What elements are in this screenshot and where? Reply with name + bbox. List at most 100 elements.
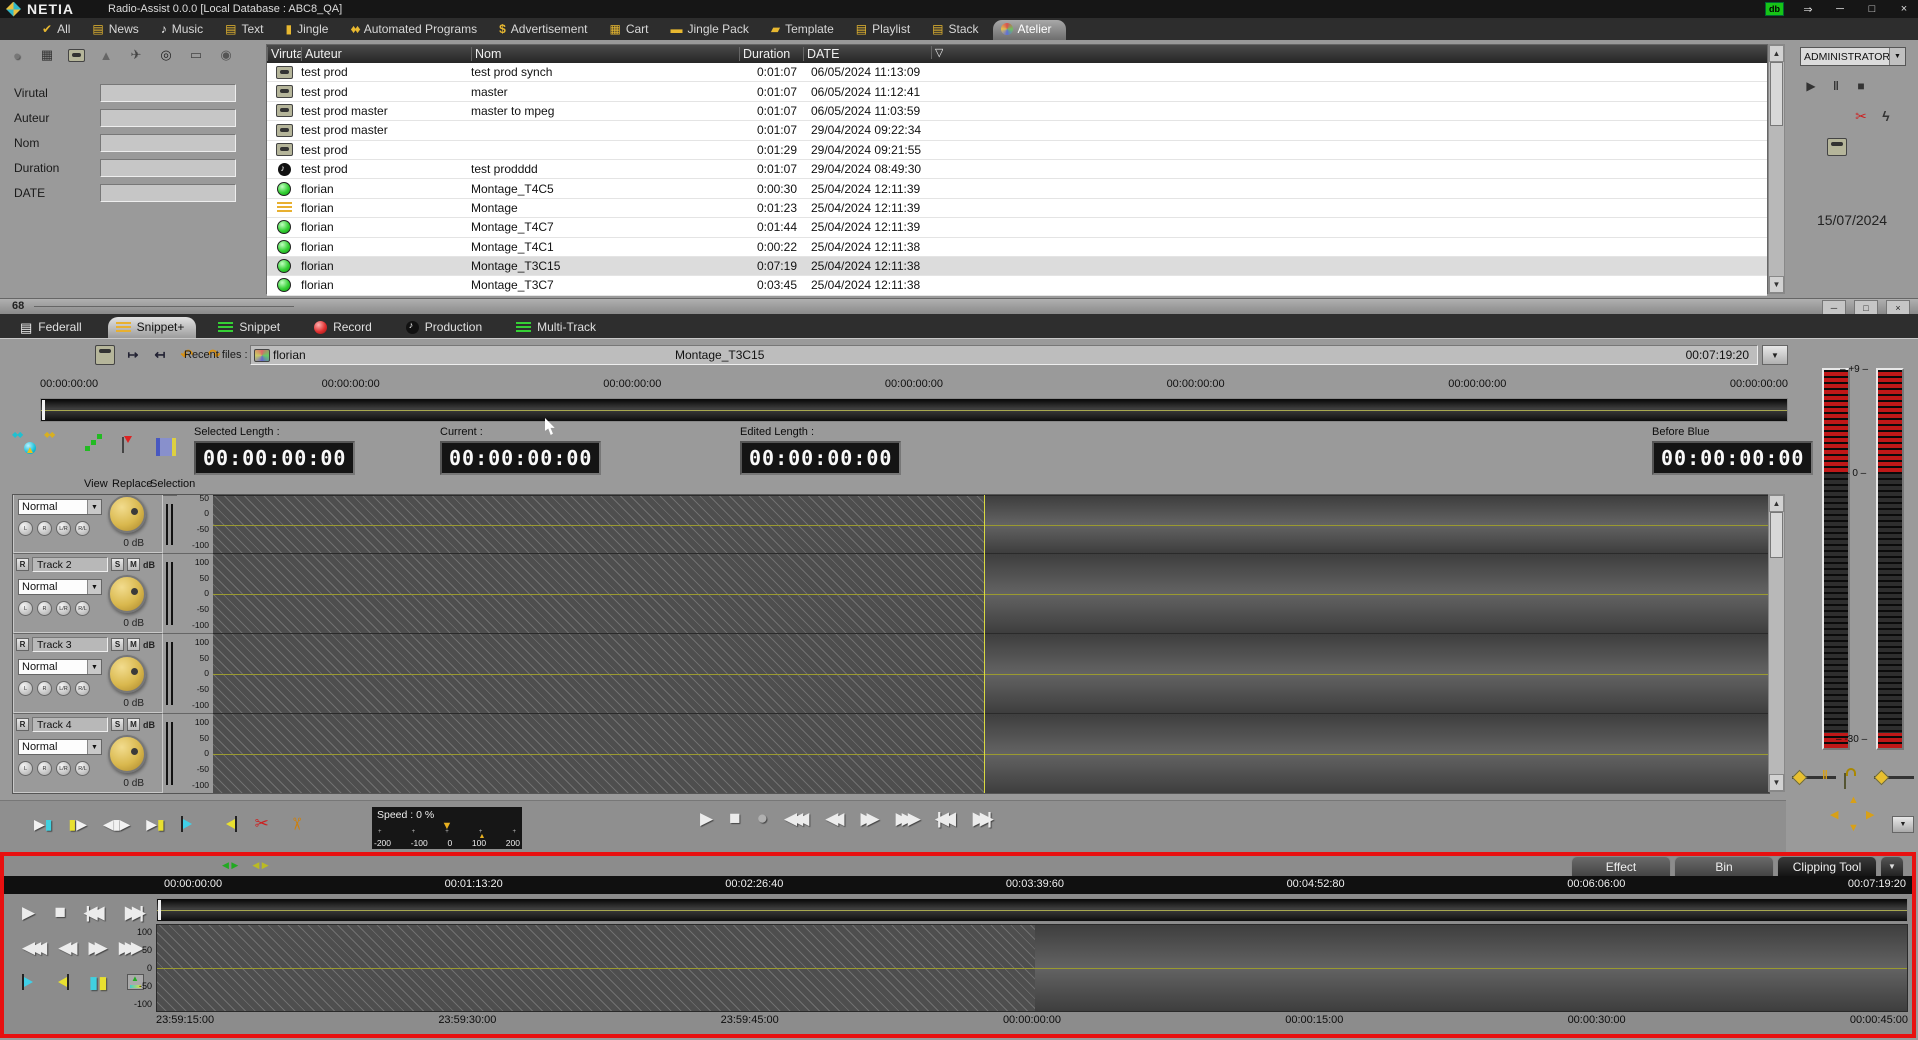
routing-button[interactable]: L/R <box>56 761 71 776</box>
child-minimize-button[interactable]: ─ <box>1822 300 1846 315</box>
scrollbar-thumb[interactable] <box>1770 62 1783 126</box>
track-solo-button[interactable]: S <box>111 558 124 571</box>
main-tab[interactable]: Music <box>153 19 217 40</box>
filter-type-icon[interactable] <box>97 46 115 64</box>
gain-knob[interactable] <box>108 655 146 693</box>
main-tab[interactable]: Jingle <box>277 19 342 40</box>
editor-tab[interactable]: Production <box>398 317 494 338</box>
balance-slider-right[interactable] <box>1874 776 1914 779</box>
transport-button[interactable] <box>757 809 768 828</box>
routing-button[interactable]: L/R <box>56 521 71 536</box>
nav-diamond-icons[interactable]: ◆◆ <box>12 430 22 439</box>
tab-clipping-tool[interactable]: Clipping Tool <box>1777 856 1877 876</box>
clip-transport-button[interactable] <box>89 939 108 956</box>
user-action-icon[interactable] <box>1802 138 1820 154</box>
edit-tool-icon[interactable] <box>103 813 130 835</box>
main-tab[interactable]: News <box>84 19 152 40</box>
track-lane[interactable] <box>213 495 1769 553</box>
filter-type-icon[interactable] <box>247 46 265 64</box>
transport-button[interactable] <box>937 810 957 827</box>
gain-knob[interactable] <box>108 735 146 773</box>
track-fader[interactable] <box>163 633 177 713</box>
clip-transport-button[interactable] <box>125 904 144 921</box>
routing-button[interactable]: L <box>18 761 33 776</box>
scroll-down-icon[interactable]: ▼ <box>1769 276 1784 293</box>
child-maximize-button[interactable]: □ <box>1854 300 1878 315</box>
main-tab[interactable]: Automated Programs <box>342 19 491 40</box>
user-action-icon[interactable] <box>1827 108 1845 124</box>
clip-transport-button[interactable] <box>22 939 47 956</box>
nav-diamond-icons-2[interactable]: ◆◆ <box>44 430 54 439</box>
main-tab[interactable]: Jingle Pack <box>662 19 762 40</box>
scroll-up-icon[interactable]: ▲ <box>1769 495 1784 512</box>
routing-button[interactable]: R/L <box>75 601 90 616</box>
replace-tool-icon[interactable] <box>122 437 124 453</box>
track-solo-button[interactable]: S <box>111 638 124 651</box>
edit-tool-icon[interactable] <box>253 813 271 835</box>
track-record-button[interactable]: R <box>16 638 29 651</box>
table-row[interactable]: test prod master 0:01:07 29/04/2024 09:2… <box>267 121 1767 140</box>
track-name-field[interactable]: Track 3 <box>32 637 108 652</box>
selection-tool-icon[interactable] <box>156 438 176 456</box>
pad-down-icon[interactable]: ▼ <box>1848 822 1859 834</box>
col-header-auteur[interactable]: Auteur <box>301 47 471 61</box>
track-fader[interactable] <box>163 713 177 793</box>
transport-button[interactable] <box>784 810 809 827</box>
track-mode-select[interactable]: Normal ▼ <box>18 659 102 675</box>
table-row[interactable]: florian Montage_T4C1 0:00:22 25/04/2024 … <box>267 238 1767 257</box>
track-lane[interactable] <box>213 713 1769 793</box>
toolbar-icon[interactable] <box>68 346 86 364</box>
clip-marker-button[interactable] <box>89 974 108 991</box>
scroll-down-icon[interactable]: ▼ <box>1769 774 1784 791</box>
clip-marker-button[interactable] <box>22 974 36 990</box>
filter-funnel-icon[interactable]: ▽ <box>931 46 943 59</box>
toolbar-icon[interactable] <box>124 346 142 364</box>
filter-type-icon[interactable] <box>8 46 26 64</box>
main-tab[interactable]: Advertisement <box>491 19 601 40</box>
table-row[interactable]: test prod test prod synch 0:01:07 06/05/… <box>267 63 1767 82</box>
filter-type-icon[interactable] <box>157 46 175 64</box>
editor-tab[interactable]: Record <box>306 317 384 338</box>
overview-scrub-bar[interactable] <box>40 398 1788 422</box>
main-tab[interactable]: Atelier <box>993 20 1066 40</box>
user-select[interactable]: ADMINISTRATOR ▼ <box>1800 47 1906 66</box>
transport-button[interactable] <box>729 809 740 828</box>
clip-scrub-bar[interactable] <box>156 898 1908 922</box>
pad-right-icon[interactable]: ▶ <box>1866 808 1874 821</box>
track-mute-button[interactable]: M <box>127 718 140 731</box>
col-header-viruta[interactable]: Viruta <box>267 47 301 61</box>
clip-transport-button[interactable] <box>22 904 35 921</box>
loaded-file-field[interactable]: florian Montage_T3C15 00:07:19:20 <box>250 345 1758 365</box>
track-mute-button[interactable]: M <box>127 638 140 651</box>
routing-button[interactable]: L/R <box>56 681 71 696</box>
track-name-field[interactable]: Track 2 <box>32 557 108 572</box>
table-row[interactable]: test prod 0:01:29 29/04/2024 09:21:55 <box>267 141 1767 160</box>
clip-tab-dropdown[interactable]: ▼ <box>1880 856 1904 876</box>
track-name-field[interactable]: Track 4 <box>32 717 108 732</box>
track-mode-select[interactable]: Normal ▼ <box>18 739 102 755</box>
filter-type-icon[interactable] <box>38 46 56 64</box>
table-row[interactable]: florian Montage_T3C15 0:07:19 25/04/2024… <box>267 257 1767 276</box>
table-scrollbar[interactable]: ▲ ▼ <box>1768 44 1785 294</box>
toolbar-icon[interactable] <box>41 346 59 364</box>
tab-bin[interactable]: Bin <box>1674 856 1774 876</box>
table-row[interactable]: florian Montage_T4C7 0:01:44 25/04/2024 … <box>267 218 1767 237</box>
edit-tool-icon[interactable] <box>287 813 305 835</box>
search-field-input[interactable] <box>100 109 236 127</box>
col-header-nom[interactable]: Nom <box>471 47 739 61</box>
logout-icon[interactable]: ⇒ <box>1800 3 1816 16</box>
recent-files-label[interactable]: Recent files : <box>184 349 248 361</box>
gain-knob[interactable] <box>108 575 146 613</box>
meter-dropdown-button[interactable]: ▼ <box>1892 816 1914 833</box>
track-mute-button[interactable]: M <box>127 558 140 571</box>
user-action-icon[interactable] <box>1802 108 1820 124</box>
routing-button[interactable]: R <box>37 601 52 616</box>
filter-type-icon[interactable] <box>187 46 205 64</box>
tab-effect[interactable]: Effect <box>1571 856 1671 876</box>
user-action-icon[interactable] <box>1877 138 1895 154</box>
table-row[interactable]: florian Montage 0:01:23 25/04/2024 12:11… <box>267 199 1767 218</box>
editor-tab[interactable]: Snippet <box>210 317 292 338</box>
balance-slider-left[interactable] <box>1792 776 1836 779</box>
track-lane[interactable] <box>213 633 1769 713</box>
table-row[interactable]: florian Montage_T4C5 0:00:30 25/04/2024 … <box>267 179 1767 198</box>
